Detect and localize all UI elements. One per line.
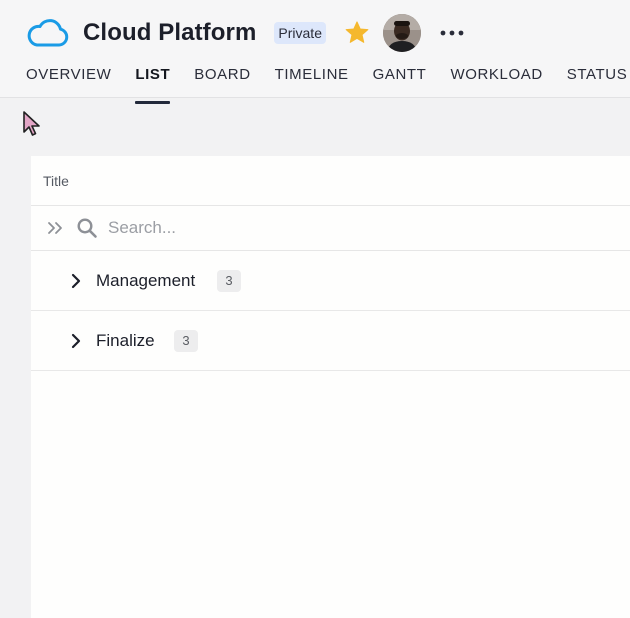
search-input[interactable] bbox=[108, 214, 408, 242]
group-label: Finalize bbox=[96, 331, 155, 350]
tab-list[interactable]: LIST bbox=[135, 60, 171, 104]
list-panel: Title Management 3 bbox=[31, 156, 630, 618]
avatar[interactable] bbox=[382, 14, 421, 52]
group-row-management[interactable]: Management 3 bbox=[31, 251, 630, 311]
tab-gantt[interactable]: GANTT bbox=[373, 60, 427, 97]
chevron-right-icon[interactable] bbox=[69, 333, 83, 349]
tab-status[interactable]: STATUS bbox=[567, 60, 628, 97]
tab-timeline[interactable]: TIMELINE bbox=[275, 60, 349, 97]
group-count-badge: 3 bbox=[217, 270, 241, 292]
title-row: Cloud Platform Private bbox=[26, 14, 467, 52]
mouse-cursor-icon bbox=[22, 110, 42, 138]
double-chevron-right-icon[interactable] bbox=[46, 220, 64, 236]
view-tabs: OVERVIEW LIST BOARD TIMELINE GANTT WORKL… bbox=[26, 60, 630, 104]
search-row bbox=[31, 206, 630, 251]
group-count-badge: 3 bbox=[174, 330, 198, 352]
privacy-badge[interactable]: Private bbox=[274, 22, 326, 44]
search-icon bbox=[76, 217, 98, 239]
tab-overview[interactable]: OVERVIEW bbox=[26, 60, 111, 97]
page-title: Cloud Platform bbox=[83, 19, 257, 46]
column-header: Title bbox=[31, 156, 630, 206]
tab-board[interactable]: BOARD bbox=[194, 60, 250, 97]
column-title[interactable]: Title bbox=[43, 173, 69, 189]
group-row-finalize[interactable]: Finalize 3 bbox=[31, 311, 630, 371]
project-header: Cloud Platform Private OVERVIEW LIST BOA… bbox=[0, 0, 630, 104]
group-label: Management bbox=[96, 271, 196, 290]
chevron-right-icon[interactable] bbox=[69, 273, 83, 289]
tab-workload[interactable]: WORKLOAD bbox=[450, 60, 542, 97]
cloud-icon bbox=[26, 18, 70, 48]
more-options-icon[interactable] bbox=[437, 18, 467, 48]
star-icon[interactable] bbox=[344, 20, 370, 46]
